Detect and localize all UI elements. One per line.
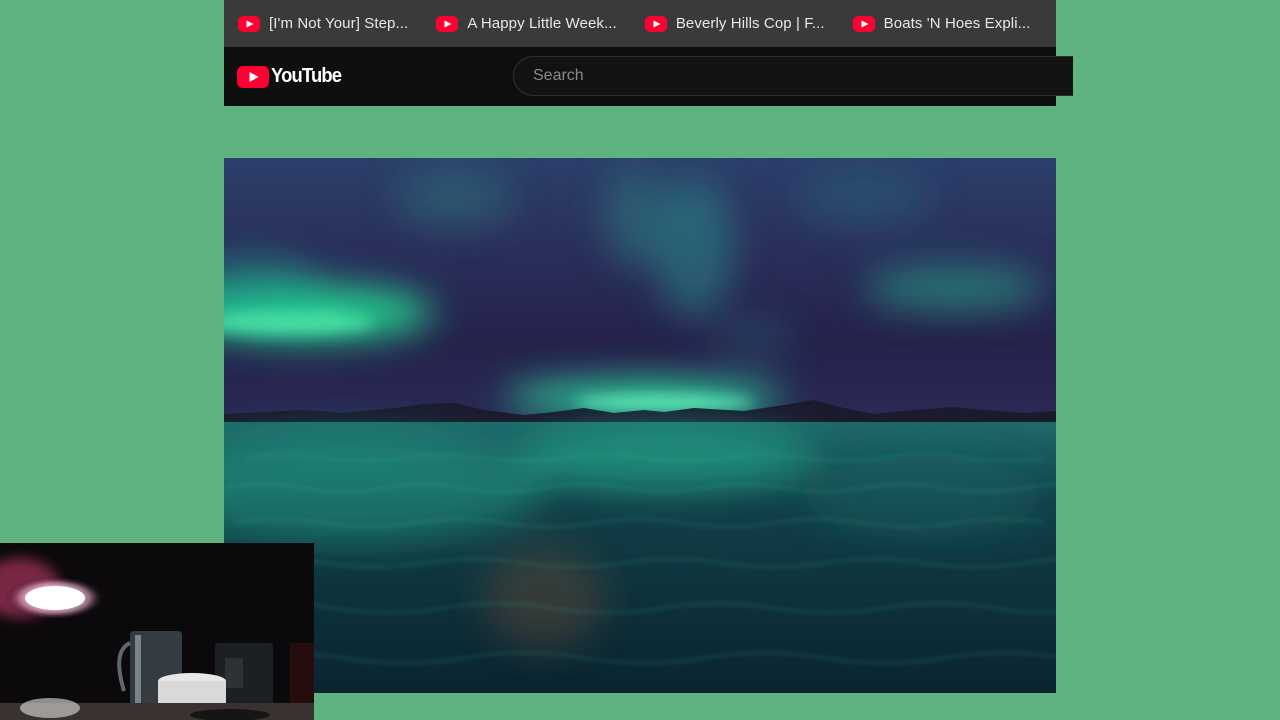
youtube-logo-icon: [237, 65, 269, 88]
webcam-icon: [0, 543, 314, 720]
search-input[interactable]: [531, 66, 1073, 86]
bookmarks-bar: [I'm Not Your] Step... A Happy Little We…: [224, 0, 1056, 47]
youtube-logo[interactable]: YouTube: [237, 65, 347, 88]
youtube-favicon-icon: [436, 15, 459, 32]
youtube-favicon-icon: [852, 15, 875, 32]
bookmark-label: A Happy Little Week...: [467, 15, 617, 32]
bookmark-label: Boats 'N Hoes Expli...: [883, 15, 1031, 32]
webcam-overlay: [0, 543, 314, 720]
youtube-logo-text: YouTube: [271, 65, 342, 87]
youtube-favicon-icon: [238, 15, 260, 32]
bookmark-item[interactable]: A Happy Little Week...: [436, 15, 617, 32]
bookmark-item[interactable]: [I'm Not Your] Step...: [238, 15, 408, 32]
bookmark-item[interactable]: Beverly Hills Cop | F...: [644, 15, 825, 32]
youtube-favicon-icon: [644, 15, 667, 32]
aurora-video-frame: [224, 158, 1056, 693]
bookmark-label: Beverly Hills Cop | F...: [675, 15, 825, 32]
search-box[interactable]: [513, 56, 1073, 96]
screen: [I'm Not Your] Step... A Happy Little We…: [0, 0, 1280, 720]
bookmark-item[interactable]: Boats 'N Hoes Expli...: [852, 15, 1031, 32]
video-player[interactable]: [224, 158, 1056, 693]
youtube-header: YouTube: [224, 47, 1073, 106]
bookmark-label: [I'm Not Your] Step...: [269, 15, 409, 32]
